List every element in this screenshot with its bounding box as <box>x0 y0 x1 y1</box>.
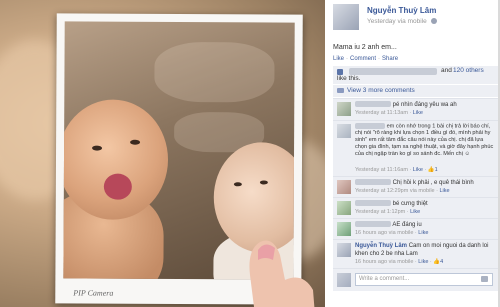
baby-eye <box>130 139 141 145</box>
comment-input[interactable]: Write a comment... <box>355 273 493 286</box>
commenter-avatar[interactable] <box>337 201 351 215</box>
view-more-comments[interactable]: View 3 more comments <box>333 85 498 97</box>
comment-item: Nguyễn Thuỳ Lâm Cam on moi nguoi da danh… <box>333 239 498 268</box>
comment-like-count[interactable]: 1 <box>435 167 438 173</box>
likes-row: and 120 others like this. <box>333 66 498 84</box>
blurred-names <box>349 68 437 75</box>
share-link[interactable]: Share <box>382 56 398 62</box>
camera-icon[interactable] <box>481 276 488 282</box>
comment-item: Chị hồi k phải , e quê thái bình Yesterd… <box>333 176 498 197</box>
post-meta: Yesterday via mobile <box>367 18 437 25</box>
comment-text: bé cưng thiệt <box>355 200 494 208</box>
comment-bubble-icon <box>337 88 344 93</box>
comment-text: Chị hồi k phải , e quê thái bình <box>355 179 494 187</box>
post-text: Mama iu 2 anh em... <box>333 44 397 51</box>
commenter-avatar[interactable] <box>337 124 351 138</box>
comment-item: AE đáng iu 16 hours ago via mobile · Lik… <box>333 218 498 239</box>
comment-item: bé cưng thiệt Yesterday at 1:12pm · Like <box>333 197 498 218</box>
blurred-name <box>355 179 391 186</box>
baby-head <box>63 99 169 220</box>
author-name-link[interactable]: Nguyễn Thuỳ Lâm <box>367 6 436 15</box>
comment-item: pé nhìn đáng yêu wa ah Yesterday at 11:1… <box>333 98 498 120</box>
likes-others-link[interactable]: 120 others <box>453 67 484 74</box>
comment-like-link[interactable]: Like <box>418 230 428 236</box>
comment-body: Chị hồi k phải , e quê thái bình <box>392 180 474 186</box>
likes-and: and <box>441 67 452 74</box>
thumbs-up-icon: 👍 <box>427 167 435 173</box>
comment-body: AE đáng iu <box>392 222 422 228</box>
comment-meta: 16 hours ago via mobile · Like <box>355 230 429 236</box>
comment-text: pé nhìn đáng yêu wa ah <box>355 101 494 109</box>
blurred-name <box>355 123 385 129</box>
comment-like-count[interactable]: 4 <box>440 259 443 265</box>
photo-background: PIP Camera <box>0 0 325 307</box>
likes-suffix: like this. <box>337 75 361 82</box>
blurred-name <box>355 101 391 108</box>
baby-eye <box>259 180 268 185</box>
comment-body: pé nhìn đáng yêu wa ah <box>392 102 457 108</box>
comment-like-link[interactable]: Like <box>413 110 423 116</box>
comment-time[interactable]: Yesterday at 12:29pm via mobile <box>355 188 435 194</box>
baby-eye <box>92 145 103 151</box>
watermark: PIP Camera <box>73 288 114 298</box>
comment-like-link[interactable]: Like <box>410 209 420 215</box>
commenter-avatar[interactable] <box>337 222 351 236</box>
like-link[interactable]: Like <box>333 56 344 62</box>
comment-item: em còn nhớ trong 1 bài chị trả lời báo c… <box>333 120 498 176</box>
blurred-name <box>355 221 391 228</box>
comment-time[interactable]: 16 hours ago via mobile <box>355 259 413 265</box>
baby-eye <box>233 182 242 187</box>
comment-time[interactable]: Yesterday at 11:16am <box>355 167 408 173</box>
comment-meta: Yesterday at 1:12pm · Like <box>355 209 421 215</box>
baby-mouth <box>103 173 132 200</box>
post-header: Nguyễn Thuỳ Lâm Yesterday via mobile <box>333 4 498 34</box>
smiley-icon: ☺ <box>464 151 471 158</box>
comment-meta: Yesterday at 11:13am · Like <box>355 110 423 116</box>
commenter-avatar[interactable] <box>337 243 351 257</box>
comment-meta: Yesterday at 11:16am · Like · 👍1 <box>355 167 438 173</box>
comment-meta: Yesterday at 12:29pm via mobile · Like <box>355 188 450 194</box>
viewer-avatar <box>337 273 351 287</box>
facebook-panel: Nguyễn Thuỳ Lâm Yesterday via mobile Mam… <box>325 0 500 307</box>
comment-time[interactable]: Yesterday at 1:12pm <box>355 209 405 215</box>
comment-like-link[interactable]: Like <box>440 188 450 194</box>
commenter-avatar[interactable] <box>337 102 351 116</box>
author-avatar[interactable] <box>333 4 359 30</box>
post-timestamp[interactable]: Yesterday via mobile <box>367 18 427 25</box>
comment-time[interactable]: Yesterday at 11:13am <box>355 110 408 116</box>
comment-text: Nguyễn Thuỳ Lâm Cam on moi nguoi da danh… <box>355 242 494 258</box>
comment-input-placeholder: Write a comment... <box>359 276 410 282</box>
comment-time[interactable]: 16 hours ago via mobile <box>355 230 413 236</box>
write-comment-row: Write a comment... <box>333 268 498 291</box>
blurred-name <box>355 200 391 207</box>
hand-image <box>249 240 315 307</box>
comment-meta: 16 hours ago via mobile · Like · 👍4 <box>355 259 444 265</box>
comment-like-link[interactable]: Like <box>413 167 423 173</box>
commenter-avatar[interactable] <box>337 180 351 194</box>
sheet-fold <box>154 41 275 103</box>
comment-body: bé cưng thiệt <box>392 201 428 207</box>
comment-like-link[interactable]: Like <box>418 259 428 265</box>
commenter-name-link[interactable]: Nguyễn Thuỳ Lâm <box>355 243 407 249</box>
comment-text: AE đáng iu <box>355 221 494 229</box>
comment-text: em còn nhớ trong 1 bài chị trả lời báo c… <box>355 123 494 158</box>
comment-link[interactable]: Comment <box>350 56 376 62</box>
post-actions: Like · Comment · Share <box>333 56 398 62</box>
globe-icon <box>430 18 437 25</box>
view-more-comments-label: View 3 more comments <box>347 87 415 94</box>
